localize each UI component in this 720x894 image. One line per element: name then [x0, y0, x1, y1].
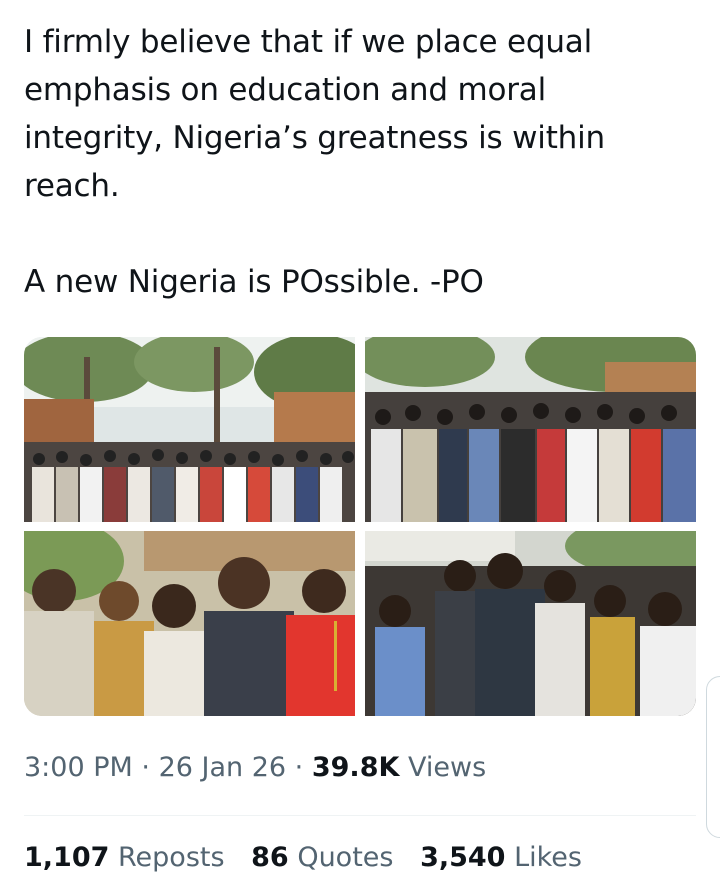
quotes-label: Quotes [297, 842, 394, 873]
reposts-count: 1,107 [24, 842, 110, 873]
photo-selfie-students[interactable] [24, 531, 355, 716]
photo-group-close[interactable] [365, 337, 696, 522]
photo-crowd-candid[interactable] [365, 531, 696, 716]
quotes-count: 86 [251, 842, 289, 873]
meta-separator: · [294, 752, 304, 783]
quotes-stat[interactable]: 86 Quotes [251, 842, 402, 873]
media-grid [24, 337, 696, 716]
divider [24, 815, 696, 816]
tweet-paragraph-1: I firmly believe that if we place equal … [24, 24, 605, 204]
post-time[interactable]: 3:00 PM [24, 752, 133, 783]
engagement-stats: 1,107 Reposts 86 Quotes 3,540 Likes [24, 842, 600, 873]
reposts-label: Reposts [118, 842, 225, 873]
likes-label: Likes [514, 842, 582, 873]
tweet-meta: 3:00 PM · 26 Jan 26 · 39.8K Views [24, 752, 486, 783]
likes-count: 3,540 [420, 842, 506, 873]
side-panel-handle[interactable] [706, 676, 720, 838]
meta-separator: · [141, 752, 150, 783]
reposts-stat[interactable]: 1,107 Reposts [24, 842, 233, 873]
post-date[interactable]: 26 Jan 26 [159, 752, 287, 783]
views-label: Views [408, 752, 487, 783]
tweet-text: I firmly believe that if we place equal … [24, 18, 694, 306]
likes-stat[interactable]: 3,540 Likes [420, 842, 582, 873]
tweet-paragraph-2: A new Nigeria is POssible. -PO [24, 264, 484, 300]
views-count: 39.8K [311, 752, 400, 783]
photo-group-wide[interactable] [24, 337, 355, 522]
